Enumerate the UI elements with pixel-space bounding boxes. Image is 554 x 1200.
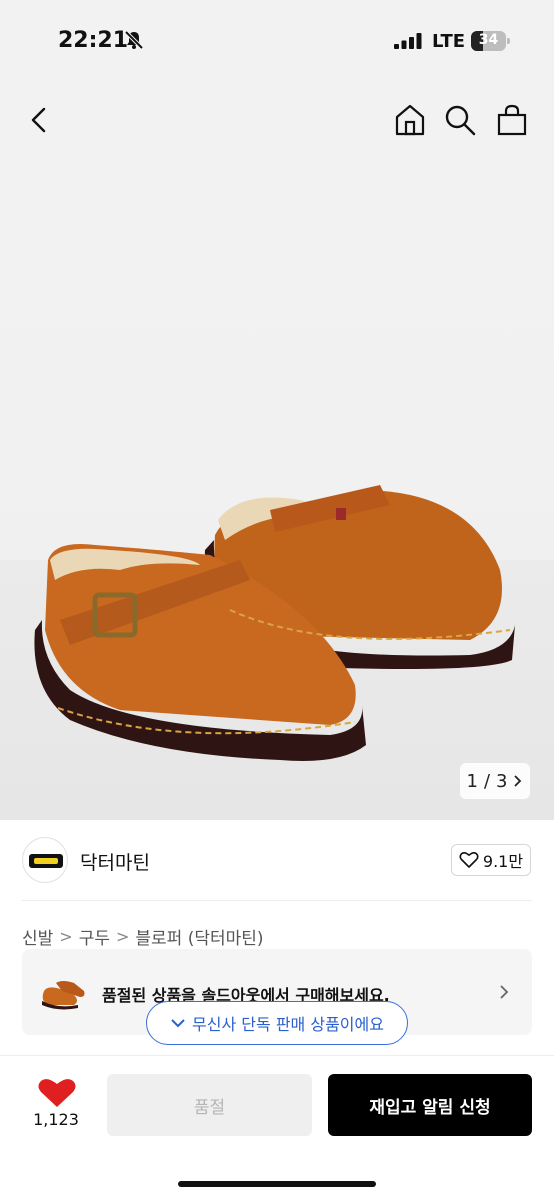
signal-icon: [394, 33, 422, 49]
battery-level-text: 34: [478, 32, 499, 48]
brand-row: 닥터마틴 9.1만: [0, 820, 554, 900]
chevron-down-icon: [171, 1019, 185, 1028]
product-photo-shoes: [34, 485, 515, 761]
soldout-button: 품절: [107, 1074, 312, 1136]
status-time: 22:21: [58, 28, 129, 53]
search-icon[interactable]: [442, 102, 478, 138]
breadcrumb: 신발 > 구두 > 블로퍼 (닥터마틴): [22, 924, 264, 949]
home-indicator: [178, 1181, 376, 1187]
total-pages: 3: [496, 770, 508, 792]
breadcrumb-item[interactable]: 블로퍼 (닥터마틴): [135, 924, 263, 949]
divider: [22, 900, 532, 901]
heart-filled-icon[interactable]: [36, 1076, 78, 1110]
brand-name[interactable]: 닥터마틴: [80, 848, 150, 875]
chevron-right-small-icon: [514, 775, 522, 787]
network-label: LTE: [432, 31, 466, 52]
brand-like-count: 9.1만: [482, 852, 524, 871]
restock-alert-button[interactable]: 재입고 알림 신청: [328, 1074, 532, 1136]
brand-logo[interactable]: [22, 837, 68, 883]
bottom-action-bar: 1,123 품절 재입고 알림 신청: [0, 1055, 554, 1200]
brand-like-button[interactable]: 9.1만: [451, 844, 531, 876]
exclusive-badge[interactable]: 무신사 단독 판매 상품이에요: [146, 1001, 408, 1045]
home-icon[interactable]: [392, 102, 428, 138]
image-page-indicator[interactable]: 1 / 3: [460, 763, 530, 799]
current-page: 1: [466, 770, 478, 792]
brand-logo-graphic: [29, 854, 63, 868]
like-count: 1,123: [33, 1110, 79, 1129]
exclusive-badge-text: 무신사 단독 판매 상품이에요: [192, 1015, 384, 1034]
heart-outline-icon: [459, 852, 479, 868]
chevron-right-icon: >: [59, 927, 73, 946]
back-icon[interactable]: [22, 102, 58, 138]
chevron-right-icon: [500, 985, 509, 999]
product-thumbnail: [42, 981, 85, 1010]
bell-off-icon: [124, 30, 144, 50]
breadcrumb-item[interactable]: 신발: [22, 924, 53, 949]
breadcrumb-item[interactable]: 구두: [79, 924, 110, 949]
chevron-right-icon: >: [115, 927, 130, 946]
page-separator: /: [483, 770, 491, 792]
battery-icon: 34: [471, 31, 511, 51]
shopping-bag-icon[interactable]: [494, 102, 530, 138]
